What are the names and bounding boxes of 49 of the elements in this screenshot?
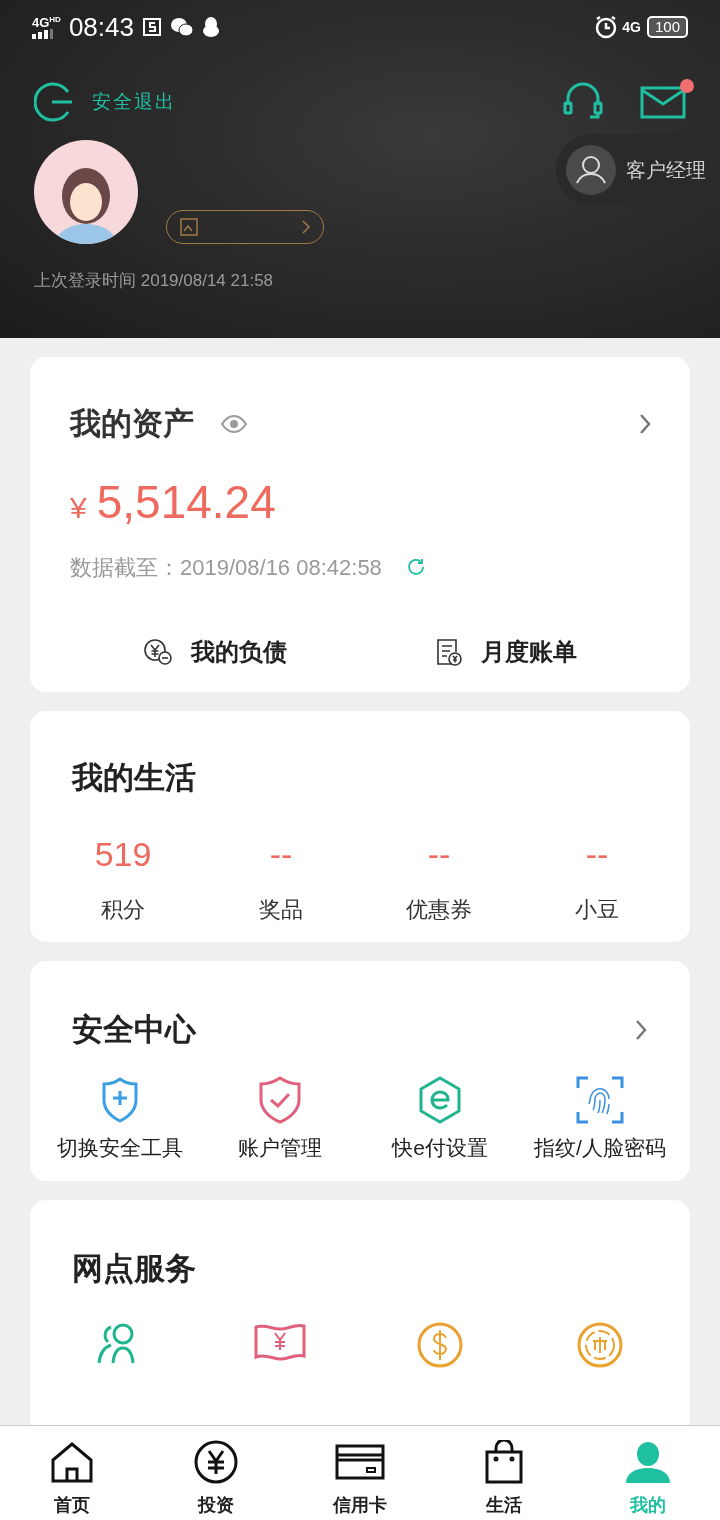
card-title: 安全中心 — [72, 1011, 196, 1049]
shopping-bag-icon — [485, 1440, 523, 1484]
home-icon — [50, 1441, 94, 1483]
refresh-icon[interactable] — [405, 557, 426, 577]
shield-check-icon — [258, 1075, 302, 1124]
fingerprint-icon — [576, 1075, 624, 1124]
network-type: 4G — [622, 17, 641, 37]
logout-button[interactable]: 安全退出 — [34, 82, 176, 122]
asset-link[interactable]: 月度账单 — [360, 623, 650, 680]
last-login-time: 上次登录时间 2019/08/14 21:58 — [33, 270, 275, 292]
person-icon — [566, 145, 616, 195]
app-notification-icon — [142, 17, 162, 37]
security-item[interactable]: 账户管理 — [200, 1075, 360, 1163]
clock-time: 08:43 — [68, 10, 134, 44]
card-title: 我的生活 — [72, 759, 196, 795]
yen-coin-minus-icon — [143, 637, 173, 666]
stat-label: 优惠券 — [406, 896, 472, 924]
person-icon — [625, 1441, 671, 1483]
dollar-coin-icon — [416, 1320, 464, 1369]
battery-indicator: 100 — [646, 16, 688, 38]
data-timestamp: 数据截至：2019/08/16 08:42:58 — [70, 553, 382, 582]
tab-item[interactable]: 首页 — [0, 1440, 144, 1520]
stat-label: 小豆 — [575, 896, 619, 924]
stat-label: 奖品 — [259, 896, 303, 924]
mail-icon[interactable] — [640, 85, 686, 119]
penguin-icon — [202, 16, 220, 38]
hexagon-e-icon — [418, 1075, 462, 1124]
credit-card-icon — [335, 1444, 385, 1480]
tab-item[interactable]: 生活 — [432, 1440, 576, 1520]
chevron-right-icon — [301, 219, 311, 235]
card-title: 网点服务 — [72, 1251, 196, 1286]
signal-icon — [32, 28, 54, 39]
coin-icon — [576, 1320, 624, 1369]
tab-item[interactable]: 投资 — [144, 1440, 288, 1520]
alarm-clock-icon — [594, 15, 619, 39]
security-item[interactable]: 切换安全工具 — [40, 1075, 200, 1163]
security-item[interactable]: 指纹/人脸密码 — [520, 1075, 680, 1163]
asset-link[interactable]: 我的负债 — [70, 623, 360, 680]
eye-icon[interactable] — [220, 414, 248, 435]
total-assets-amount: 5,514.24 — [96, 474, 276, 530]
tab-item[interactable]: 信用卡 — [288, 1440, 432, 1520]
stat-label: 积分 — [101, 896, 145, 924]
yen-circle-icon — [194, 1440, 238, 1484]
badge-icon — [179, 217, 199, 237]
currency-symbol: ¥ — [70, 489, 87, 526]
security-item[interactable]: 快e付设置 — [360, 1075, 520, 1163]
chat-bubbles-icon — [170, 17, 194, 37]
logout-icon — [34, 82, 74, 122]
card-title: 我的资产 — [70, 405, 194, 443]
